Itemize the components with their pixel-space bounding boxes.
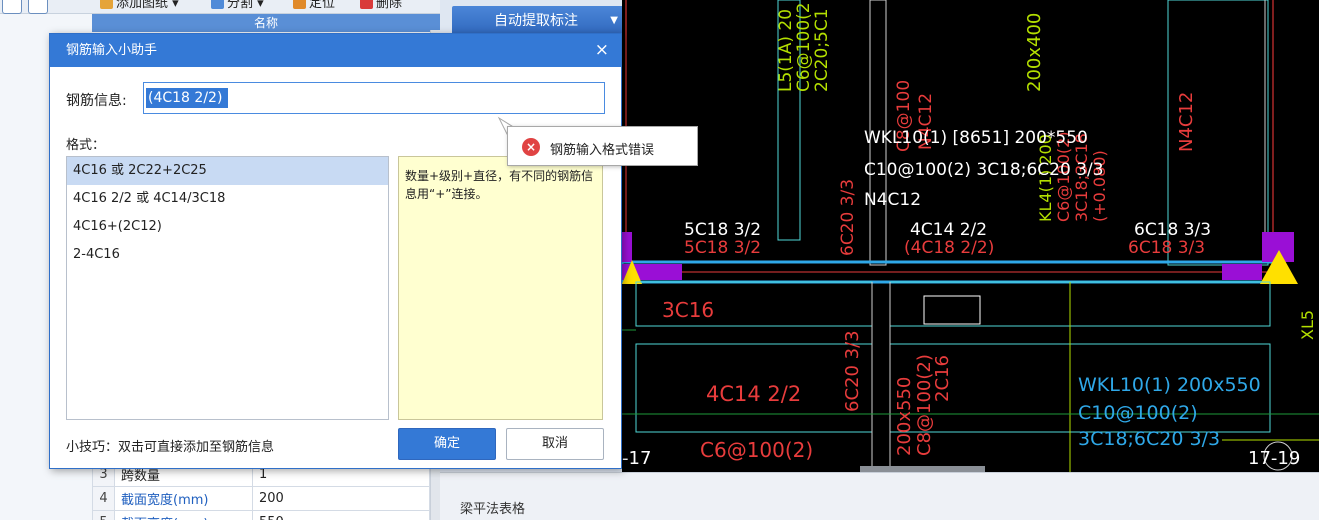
cad-label-span-right[interactable]: 6C18 3/3	[1134, 222, 1211, 239]
table-row[interactable]: 4 截面宽度(mm) 200	[92, 486, 430, 511]
add-drawing-button[interactable]: 添加图纸 ▾	[100, 0, 179, 13]
cad-label-wkl-line3[interactable]: N4C12	[864, 192, 921, 209]
locate-icon	[293, 0, 306, 9]
cad-label-4c14[interactable]: 4C14 2/2	[706, 384, 801, 405]
property-value[interactable]: 550	[252, 510, 430, 520]
property-key: 截面高度(mm)	[114, 510, 253, 520]
cad-label-dim-200x550[interactable]: 200x550	[894, 377, 915, 456]
cad-label-dim-200x400[interactable]: 200x400	[1024, 13, 1045, 92]
cad-label-span-right-red[interactable]: 6C18 3/3	[1128, 240, 1205, 257]
cad-label-l5[interactable]: L5(1A) 20	[776, 9, 796, 92]
row-number: 4	[92, 486, 115, 511]
auto-extract-annotation-button[interactable]: 自动提取标注 ▼	[452, 6, 626, 36]
cad-label-wkl-b1[interactable]: WKL10(1) 200x550	[1078, 376, 1261, 395]
format-list[interactable]: 4C16 或 2C22+2C25 4C16 2/2 或 4C14/3C18 4C…	[66, 156, 389, 420]
rebar-input-dialog: 钢筋输入小助手 × 钢筋信息: (4C18 2/2) 格式： 4C16 或 2C…	[49, 33, 622, 469]
cad-label-axis-17-19[interactable]: 17-19	[1248, 450, 1300, 468]
format-hint: 数量+级别+直径，有不同的钢筋信息用“+”连接。	[398, 156, 603, 420]
cad-drawing-canvas[interactable]: L5(1A) 20 C6@100(2 2C20;5C1 200x400 C8@1…	[622, 0, 1319, 472]
dialog-title: 钢筋输入小助手	[50, 34, 621, 67]
top-toolbar: 添加图纸 ▾ 分割 ▾ 定位 删除	[0, 0, 440, 14]
cad-label-c20-33-top[interactable]: 6C20 3/3	[838, 179, 858, 256]
rebar-info-selection: (4C18 2/2)	[146, 88, 228, 108]
format-item[interactable]: 4C16 或 2C22+2C25	[67, 157, 388, 185]
cancel-button[interactable]: 取消	[506, 428, 604, 460]
cad-label-wkl-line1[interactable]: WKL10(1) [8651] 200*550	[864, 130, 1088, 147]
format-label: 格式：	[66, 138, 106, 153]
cad-label-wkl-line2[interactable]: C10@100(2) 3C18;6C20 3/3	[864, 162, 1104, 179]
cad-label-axis-17[interactable]: -17	[622, 450, 651, 468]
split-button[interactable]: 分割 ▾	[211, 0, 264, 13]
rebar-info-label: 钢筋信息:	[66, 93, 127, 109]
cad-label-c6-bottom[interactable]: C6@100(2)	[700, 440, 813, 460]
locate-button[interactable]: 定位	[293, 0, 335, 13]
cad-label-c6-top[interactable]: C6@100(2	[794, 2, 814, 92]
cad-label-2c16[interactable]: 2C16	[932, 355, 953, 402]
cad-label-wkl-b2[interactable]: C10@100(2)	[1078, 404, 1198, 423]
bottom-panel	[440, 472, 1319, 520]
split-icon	[211, 0, 224, 9]
property-key: 截面宽度(mm)	[114, 486, 253, 511]
table-row[interactable]: 5 截面高度(mm) 550	[92, 510, 430, 520]
cad-label-span-mid[interactable]: 4C14 2/2	[910, 222, 987, 239]
format-item[interactable]: 4C16 2/2 或 4C14/3C18	[67, 185, 388, 213]
cad-label-span-left-red[interactable]: 5C18 3/2	[684, 240, 761, 257]
dropdown-caret-icon[interactable]: ▼	[610, 6, 618, 36]
list-view-icon[interactable]	[2, 0, 22, 14]
property-value[interactable]: 200	[252, 486, 430, 511]
add-drawing-icon	[100, 0, 113, 9]
error-tooltip: × 钢筋输入格式错误	[507, 126, 698, 166]
error-icon: ×	[522, 138, 540, 156]
cad-label-span-left[interactable]: 5C18 3/2	[684, 222, 761, 239]
cad-label-c20[interactable]: 2C20;5C1	[812, 8, 832, 92]
delete-button[interactable]: 删除	[360, 0, 402, 13]
tip-text: 小技巧：双击可直接添加至钢筋信息	[66, 440, 275, 455]
ok-button[interactable]: 确定	[398, 428, 496, 460]
beam-table-title[interactable]: 梁平法表格	[460, 498, 525, 517]
tree-column-header: 名称	[92, 14, 440, 32]
cad-label-c20-33-bottom[interactable]: 6C20 3/3	[842, 330, 863, 412]
cad-label-wkl-b3[interactable]: 3C18;6C20 3/3	[1078, 430, 1220, 449]
close-icon[interactable]: ×	[595, 34, 609, 67]
cad-label-xl5[interactable]: XL5	[1298, 310, 1317, 340]
delete-icon	[360, 0, 373, 9]
format-item[interactable]: 2-4C16	[67, 241, 388, 269]
cad-label-span-mid-red[interactable]: (4C18 2/2)	[904, 240, 994, 257]
cad-label-n4c12-b[interactable]: N4C12	[1176, 92, 1197, 152]
error-message: 钢筋输入格式错误	[550, 143, 655, 158]
detail-view-icon[interactable]	[28, 0, 48, 14]
cad-label-3c16[interactable]: 3C16	[662, 300, 714, 320]
format-item[interactable]: 4C16+(2C12)	[67, 213, 388, 241]
property-table: 3 跨数量 1 4 截面宽度(mm) 200 5 截面高度(mm) 550	[92, 462, 430, 520]
row-number: 5	[92, 510, 115, 520]
